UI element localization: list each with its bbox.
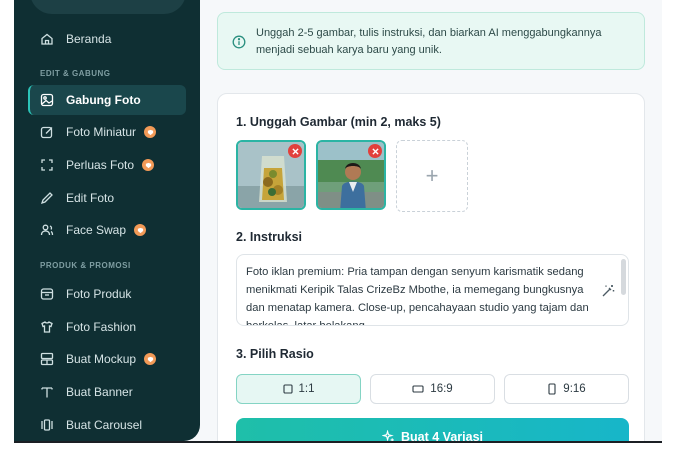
sidebar-item-buat-mockup[interactable]: Buat Mockup — [28, 344, 186, 374]
sidebar-item-label: Buat Banner — [66, 385, 133, 399]
sidebar-item-perluas-foto[interactable]: Perluas Foto — [28, 150, 186, 180]
sidebar-item-buat-banner[interactable]: Buat Banner — [28, 377, 186, 407]
remove-image-2-button[interactable] — [368, 144, 382, 158]
info-icon — [232, 35, 246, 49]
add-image-button[interactable]: + — [396, 140, 468, 212]
sidebar-item-label: Buat Mockup — [66, 352, 137, 366]
text-icon — [40, 385, 54, 399]
pencil-icon — [40, 191, 54, 205]
ratio-option-9-16[interactable]: 9:16 — [504, 374, 629, 404]
sidebar-item-gabung-foto[interactable]: Gabung Foto — [28, 85, 186, 115]
sidebar-item-label: Edit Foto — [66, 191, 115, 205]
square-icon — [282, 384, 293, 394]
section-label-product: PRODUK & PROMOSI — [40, 261, 131, 270]
premium-badge-icon — [142, 159, 155, 171]
product-icon — [40, 287, 54, 301]
generate-variations-button[interactable]: Buat 4 Variasi — [236, 418, 629, 441]
close-icon — [291, 147, 299, 155]
info-banner: Unggah 2-5 gambar, tulis instruksi, dan … — [217, 12, 645, 70]
face-icon — [40, 223, 54, 237]
instruction-textarea[interactable]: Foto iklan premium: Pria tampan dengan s… — [236, 254, 629, 326]
carousel-icon — [40, 418, 54, 432]
generate-label: Buat 4 Variasi — [401, 430, 483, 441]
uploaded-image-1[interactable] — [236, 140, 306, 210]
sidebar-item-face-swap[interactable]: Face Swap — [28, 215, 186, 245]
merge-form-card: 1. Unggah Gambar (min 2, maks 5) + 2. In… — [217, 93, 645, 441]
ratio-option-1-1[interactable]: 1:1 — [236, 374, 361, 404]
ratio-label: 16:9 — [430, 383, 453, 395]
shirt-icon — [40, 320, 54, 334]
sidebar-item-label: Buat Carousel — [66, 418, 143, 432]
home-icon — [40, 32, 54, 46]
sidebar: Beranda EDIT & GABUNG Gabung Foto Foto M… — [14, 0, 200, 441]
sidebar-item-label: Gabung Foto — [66, 93, 141, 107]
uploaded-image-2[interactable] — [316, 140, 386, 210]
plus-icon: + — [425, 163, 439, 188]
sidebar-item-label: Foto Produk — [66, 287, 132, 301]
landscape-icon — [412, 384, 424, 394]
close-icon — [371, 147, 379, 155]
sidebar-item-label: Beranda — [66, 32, 112, 46]
ratio-label: 9:16 — [563, 383, 586, 395]
magic-wand-icon[interactable] — [600, 283, 616, 299]
premium-badge-icon — [144, 353, 157, 365]
remove-image-1-button[interactable] — [288, 144, 302, 158]
screen: Beranda EDIT & GABUNG Gabung Foto Foto M… — [0, 0, 696, 451]
mockup-icon — [40, 352, 54, 366]
info-text: Unggah 2-5 gambar, tulis instruksi, dan … — [256, 27, 602, 56]
bottom-edge-line — [14, 441, 662, 443]
sidebar-item-label: Foto Fashion — [66, 320, 137, 334]
sidebar-item-foto-miniatur[interactable]: Foto Miniatur — [28, 117, 186, 147]
ratio-heading: 3. Pilih Rasio — [236, 347, 314, 361]
sidebar-item-buat-carousel[interactable]: Buat Carousel — [28, 410, 186, 440]
sidebar-item-label: Perluas Foto — [66, 158, 135, 172]
instruction-heading: 2. Instruksi — [236, 230, 302, 244]
portrait-icon — [547, 383, 557, 395]
sidebar-item-edit-foto[interactable]: Edit Foto — [28, 183, 186, 213]
app-window: Beranda EDIT & GABUNG Gabung Foto Foto M… — [14, 0, 662, 441]
sidebar-item-label: Face Swap — [66, 223, 127, 237]
image-icon — [40, 93, 54, 107]
sidebar-item-beranda[interactable]: Beranda — [28, 24, 186, 54]
premium-badge-icon — [144, 126, 157, 138]
expand-icon — [40, 158, 54, 172]
instruction-text: Foto iklan premium: Pria tampan dengan s… — [246, 266, 589, 326]
section-label-edit: EDIT & GABUNG — [40, 69, 111, 78]
edit-square-icon — [40, 125, 54, 139]
sidebar-profile-pill[interactable] — [30, 0, 186, 14]
premium-badge-icon — [134, 224, 147, 236]
upload-heading: 1. Unggah Gambar (min 2, maks 5) — [236, 115, 441, 129]
sidebar-item-foto-fashion[interactable]: Foto Fashion — [28, 312, 186, 342]
sidebar-item-foto-produk[interactable]: Foto Produk — [28, 279, 186, 309]
ratio-option-16-9[interactable]: 16:9 — [370, 374, 495, 404]
sparkle-icon — [382, 430, 395, 441]
textarea-scrollbar[interactable] — [621, 259, 626, 295]
sidebar-item-label: Foto Miniatur — [66, 125, 137, 139]
ratio-label: 1:1 — [298, 383, 315, 395]
